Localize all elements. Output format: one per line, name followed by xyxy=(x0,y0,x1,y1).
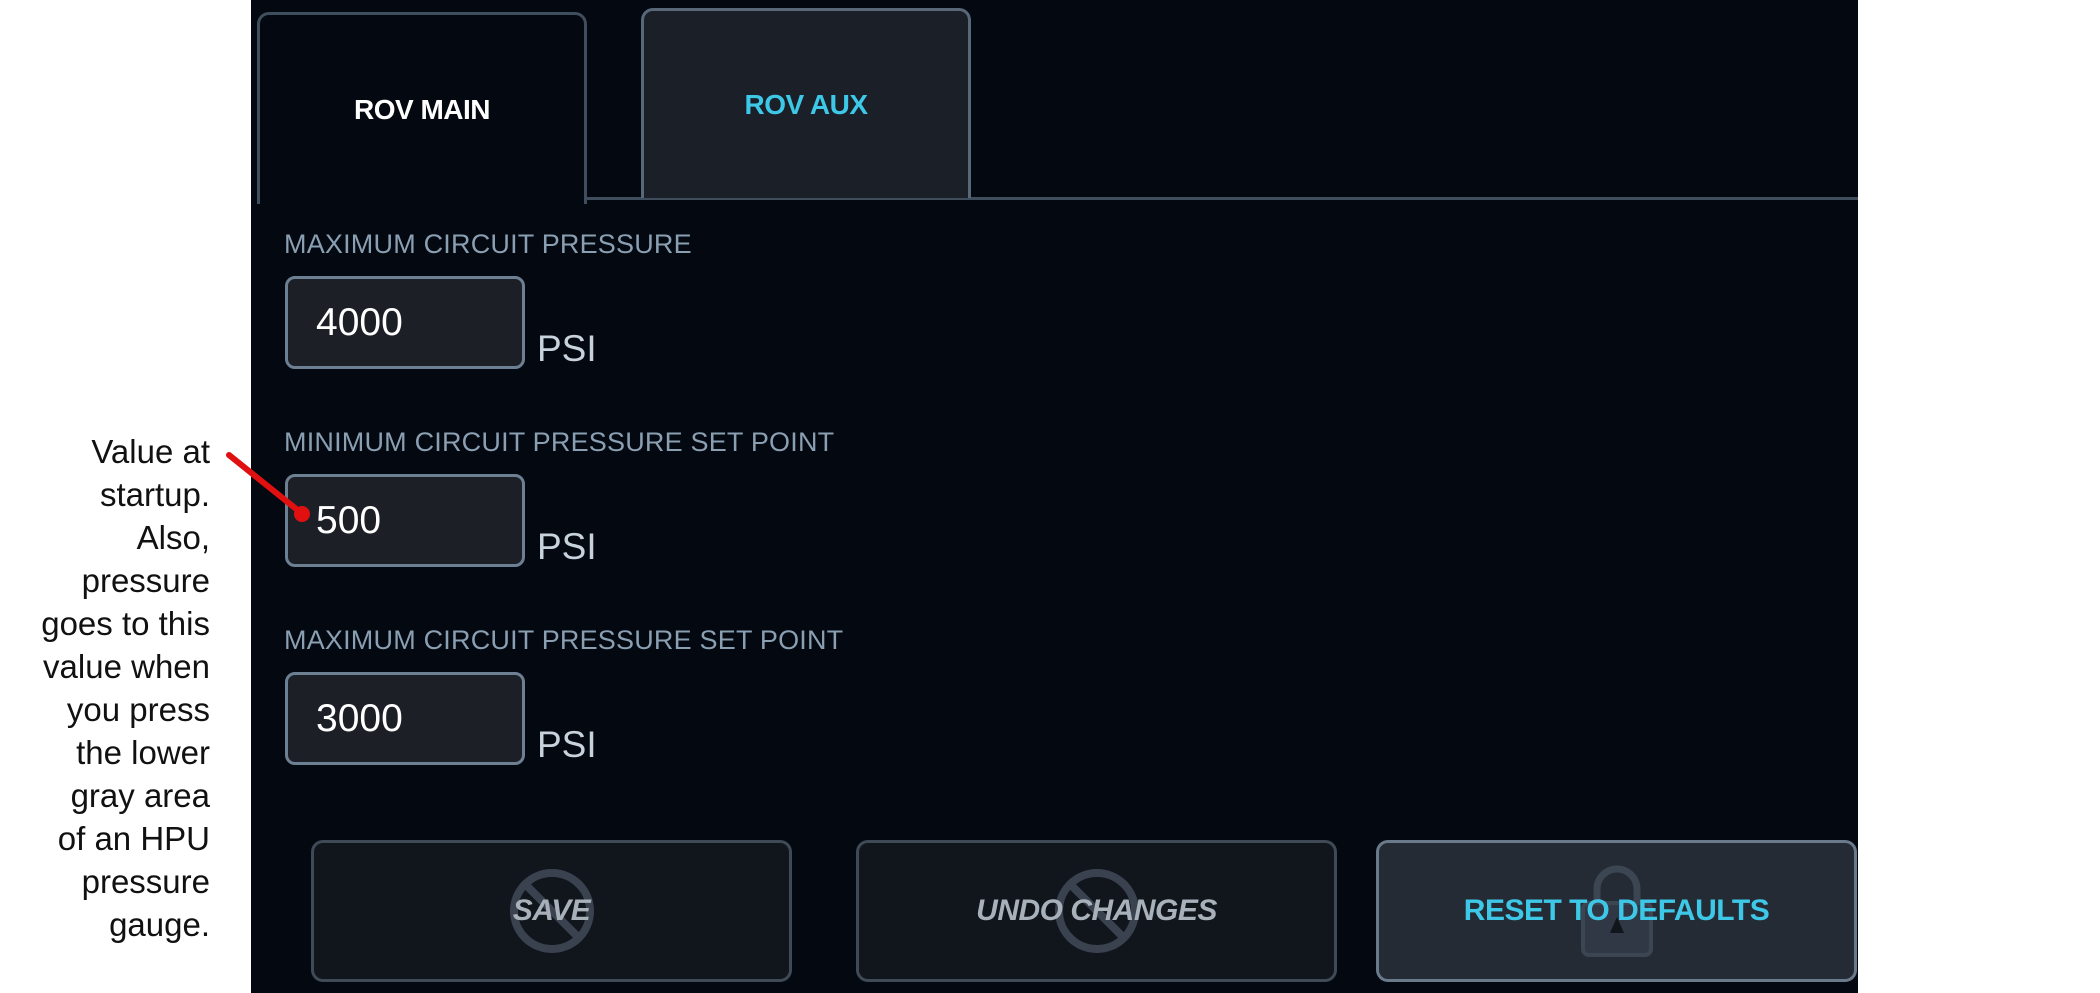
annotation-line: startup. xyxy=(99,476,210,513)
tab-rov-main[interactable]: ROV MAIN xyxy=(257,12,587,204)
annotation-line: gray area xyxy=(70,777,210,814)
annotation-line: value when xyxy=(43,648,210,685)
max-circuit-pressure-unit: PSI xyxy=(537,328,597,369)
max-circuit-pressure-input[interactable]: 4000 xyxy=(285,276,525,369)
annotation-line: Also, xyxy=(136,519,210,556)
tab-rov-main-label: ROV MAIN xyxy=(354,93,491,125)
annotation-text: Value at startup. Also, pressure goes to… xyxy=(10,430,210,946)
save-button-label: SAVE xyxy=(512,894,591,927)
annotation-line: goes to this xyxy=(41,605,210,642)
min-pressure-set-point-label: MINIMUM CIRCUIT PRESSURE SET POINT xyxy=(284,427,835,457)
annotation-line: gauge. xyxy=(109,906,210,943)
tab-rov-aux[interactable]: ROV AUX xyxy=(641,8,971,198)
reset-to-defaults-button[interactable]: RESET TO DEFAULTS xyxy=(1376,840,1857,982)
undo-changes-button-label: UNDO CHANGES xyxy=(976,894,1217,927)
reset-to-defaults-button-label: RESET TO DEFAULTS xyxy=(1463,894,1770,927)
annotation-line: of an HPU xyxy=(57,820,210,857)
save-button[interactable]: SAVE xyxy=(311,840,792,982)
max-pressure-set-point-unit: PSI xyxy=(537,724,597,765)
settings-panel: ROV MAIN ROV AUX MAXIMUM CIRCUIT PRESSUR… xyxy=(251,0,1858,993)
undo-changes-button[interactable]: UNDO CHANGES xyxy=(856,840,1337,982)
annotation-line: pressure xyxy=(81,562,210,599)
tab-rov-aux-label: ROV AUX xyxy=(744,88,868,120)
max-pressure-set-point-label: MAXIMUM CIRCUIT PRESSURE SET POINT xyxy=(284,625,844,655)
min-pressure-set-point-input[interactable]: 500 xyxy=(285,474,525,567)
max-pressure-set-point-input[interactable]: 3000 xyxy=(285,672,525,765)
annotation-line: pressure xyxy=(81,863,210,900)
annotation-line: you press xyxy=(66,691,210,728)
min-pressure-set-point-unit: PSI xyxy=(537,526,597,567)
max-circuit-pressure-label: MAXIMUM CIRCUIT PRESSURE xyxy=(284,229,692,259)
annotation-line: Value at xyxy=(91,433,210,470)
annotation-line: the lower xyxy=(76,734,210,771)
